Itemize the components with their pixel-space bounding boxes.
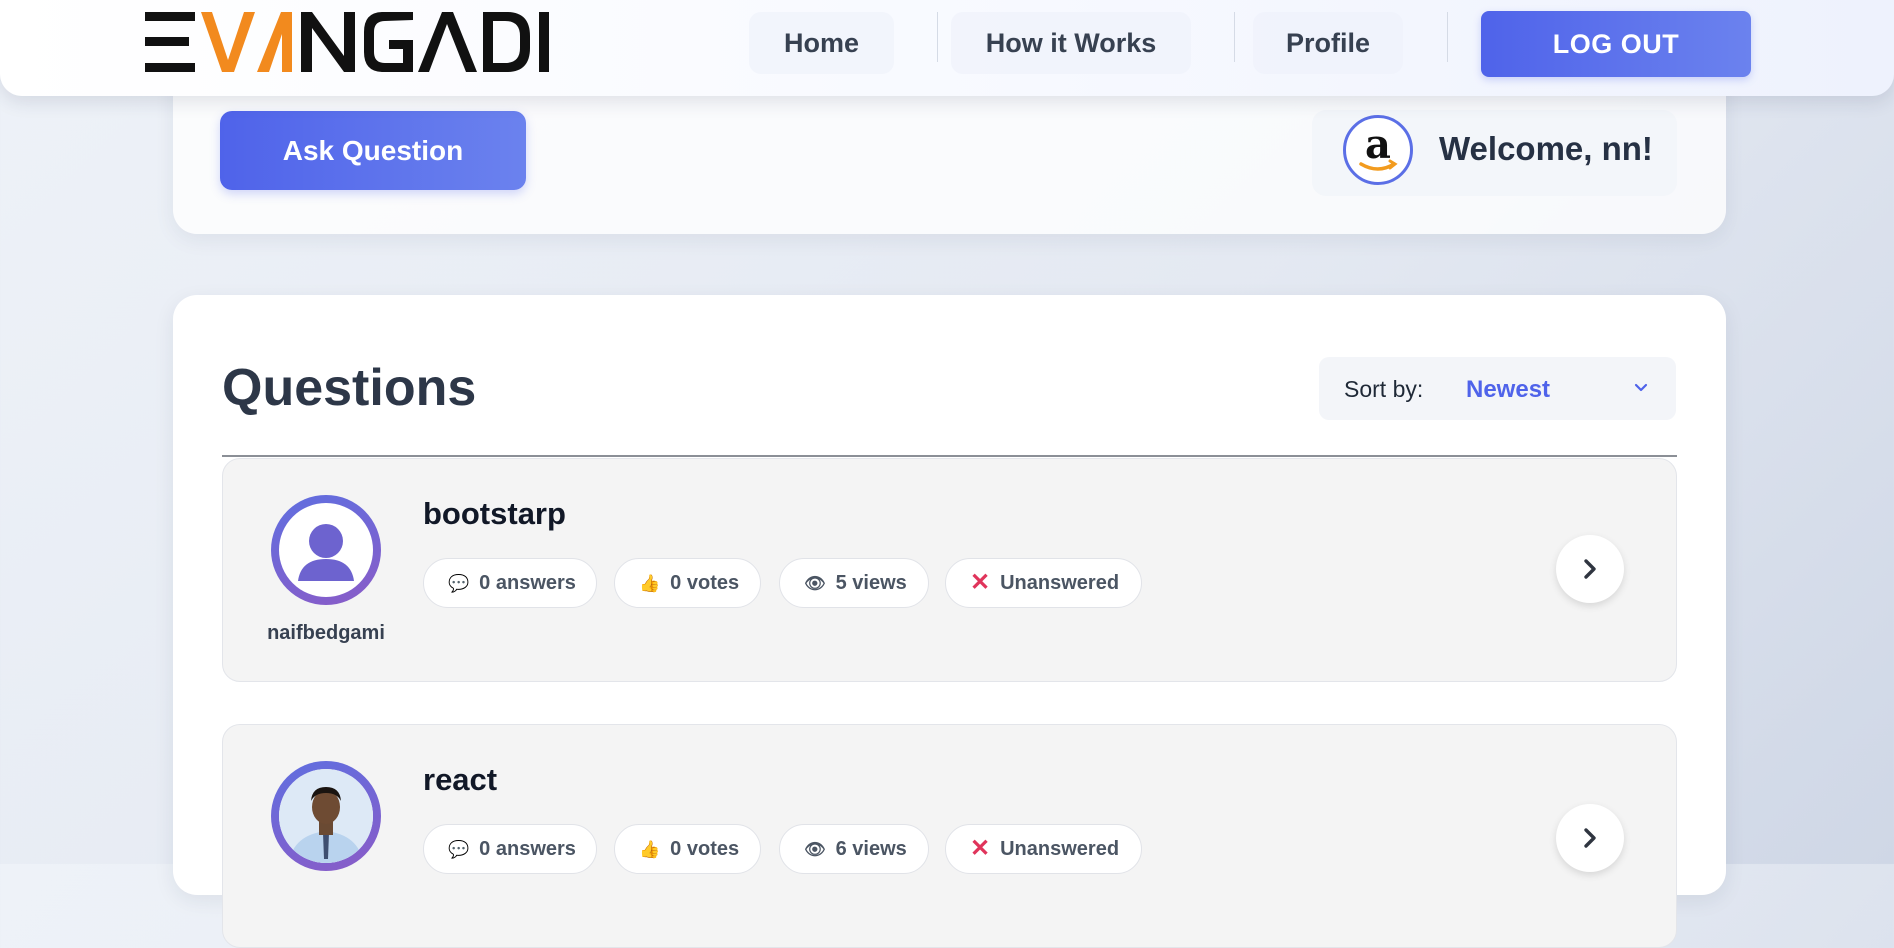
logo-letter-g	[364, 12, 413, 72]
votes-count: 0 votes	[670, 837, 740, 860]
answers-count-pill: 💬 0 answers	[423, 558, 597, 608]
chevron-right-icon	[1584, 828, 1596, 848]
ask-question-label: Ask Question	[282, 134, 464, 166]
nav-divider	[1234, 12, 1235, 62]
status-badge: ✕ Unanswered	[945, 558, 1142, 608]
views-count: 6 views	[835, 837, 907, 860]
nav-profile[interactable]: Profile	[1253, 12, 1403, 74]
chevron-right-icon	[1584, 559, 1596, 579]
user-photo	[279, 769, 373, 863]
logout-button[interactable]: LOG OUT	[1481, 11, 1751, 77]
logo-letter-n	[301, 12, 355, 72]
question-title[interactable]: react	[423, 762, 497, 798]
votes-count-pill: 👍 0 votes	[614, 558, 761, 608]
votes-count: 0 votes	[670, 571, 740, 594]
open-question-button[interactable]	[1556, 535, 1624, 603]
nav-divider	[937, 12, 938, 62]
cross-mark-icon: ✕	[970, 569, 991, 596]
logo-letter-a	[257, 12, 292, 72]
avatar[interactable]	[271, 495, 381, 605]
chevron-down-icon[interactable]	[1630, 377, 1652, 399]
question-username: naifbedgami	[267, 622, 385, 644]
answers-count: 0 answers	[479, 837, 576, 860]
answers-count-pill: 💬 0 answers	[423, 824, 597, 874]
speech-bubble-icon: 💬	[448, 839, 470, 859]
questions-divider	[222, 455, 1677, 457]
ask-question-button[interactable]: Ask Question	[220, 111, 526, 190]
questions-heading: Questions	[222, 359, 477, 417]
views-count-pill: 👁 5 views	[779, 558, 929, 608]
status-text: Unanswered	[1000, 571, 1120, 594]
logout-label: LOG OUT	[1552, 28, 1680, 59]
logo-letter-v	[201, 12, 255, 72]
evangadi-logo[interactable]	[145, 10, 555, 74]
answers-count: 0 answers	[479, 571, 576, 594]
open-question-button[interactable]	[1556, 804, 1624, 872]
thumbs-up-icon: 👍	[639, 839, 661, 859]
views-count: 5 views	[835, 571, 907, 594]
question-title[interactable]: bootstarp	[423, 496, 566, 532]
thumbs-up-icon: 👍	[639, 573, 661, 593]
nav-home[interactable]: Home	[749, 12, 894, 74]
nav-how-it-works[interactable]: How it Works	[951, 12, 1191, 74]
top-navbar: Home How it Works Profile LOG OUT	[0, 0, 1894, 96]
svg-text:a: a	[1365, 121, 1391, 168]
logo-letter-d	[483, 12, 530, 72]
eye-icon: 👁	[804, 839, 826, 859]
nav-how-it-works-label: How it Works	[985, 27, 1157, 58]
avatar[interactable]	[271, 761, 381, 871]
status-text: Unanswered	[1000, 837, 1120, 860]
cross-mark-icon: ✕	[970, 835, 991, 862]
sort-selected-value[interactable]: Newest	[1466, 376, 1550, 404]
votes-count-pill: 👍 0 votes	[614, 824, 761, 874]
nav-profile-label: Profile	[1285, 27, 1371, 58]
user-placeholder-icon	[298, 524, 354, 581]
speech-bubble-icon: 💬	[448, 573, 470, 593]
sort-label: Sort by:	[1344, 376, 1424, 402]
status-badge: ✕ Unanswered	[945, 824, 1142, 874]
welcome-message: Welcome, nn!	[1439, 130, 1653, 167]
eye-icon: 👁	[804, 573, 826, 593]
nav-home-label: Home	[783, 27, 859, 58]
logo-letter-a2	[418, 12, 477, 72]
logo-letter-e	[145, 12, 195, 72]
amazon-logo-icon[interactable]: a	[1343, 115, 1413, 185]
nav-divider	[1447, 12, 1448, 62]
logo-letter-i	[539, 12, 549, 72]
views-count-pill: 👁 6 views	[779, 824, 929, 874]
